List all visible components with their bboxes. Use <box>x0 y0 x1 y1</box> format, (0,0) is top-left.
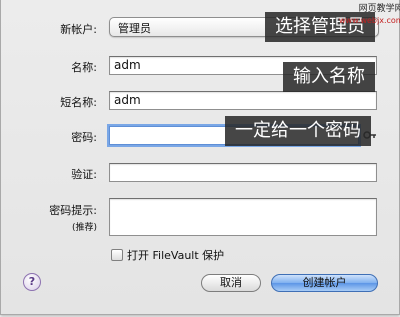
watermark-url: www.webjx.com <box>339 16 400 25</box>
hint-label: 密码提示: <box>49 204 97 217</box>
cancel-button[interactable]: 取消 <box>201 274 261 292</box>
hint-field[interactable] <box>109 198 377 236</box>
short-name-value: adm <box>114 93 141 107</box>
watermark-line1: 网页教学网 <box>358 4 400 14</box>
new-account-sheet: 新帐户: 管理员 名称: adm 短名称: adm 密码: 验证: 密码提示: … <box>0 0 400 315</box>
filevault-checkbox[interactable] <box>111 249 123 261</box>
name-value: adm <box>114 58 141 72</box>
help-icon[interactable]: ? <box>23 273 41 291</box>
account-type-label: 新帐户: <box>60 23 97 36</box>
hint-sublabel: (推荐) <box>71 223 97 233</box>
short-name-label: 短名称: <box>60 96 97 109</box>
filevault-label[interactable]: 打开 FileVault 保护 <box>127 247 224 263</box>
name-label: 名称: <box>71 61 97 74</box>
password-label: 密码: <box>71 131 97 144</box>
short-name-field[interactable]: adm <box>109 91 377 110</box>
create-account-button[interactable]: 创建帐户 <box>271 274 378 292</box>
annotation-set-password: 一定给一个密码 <box>225 116 371 146</box>
verify-label: 验证: <box>71 168 97 181</box>
hint-label-group: 密码提示: (推荐) <box>49 202 97 233</box>
account-type-value: 管理员 <box>118 22 151 35</box>
annotation-enter-name: 输入名称 <box>283 62 375 92</box>
verify-field[interactable] <box>109 163 377 182</box>
watermark: 网页教学网 www.webjx.com <box>339 4 400 27</box>
